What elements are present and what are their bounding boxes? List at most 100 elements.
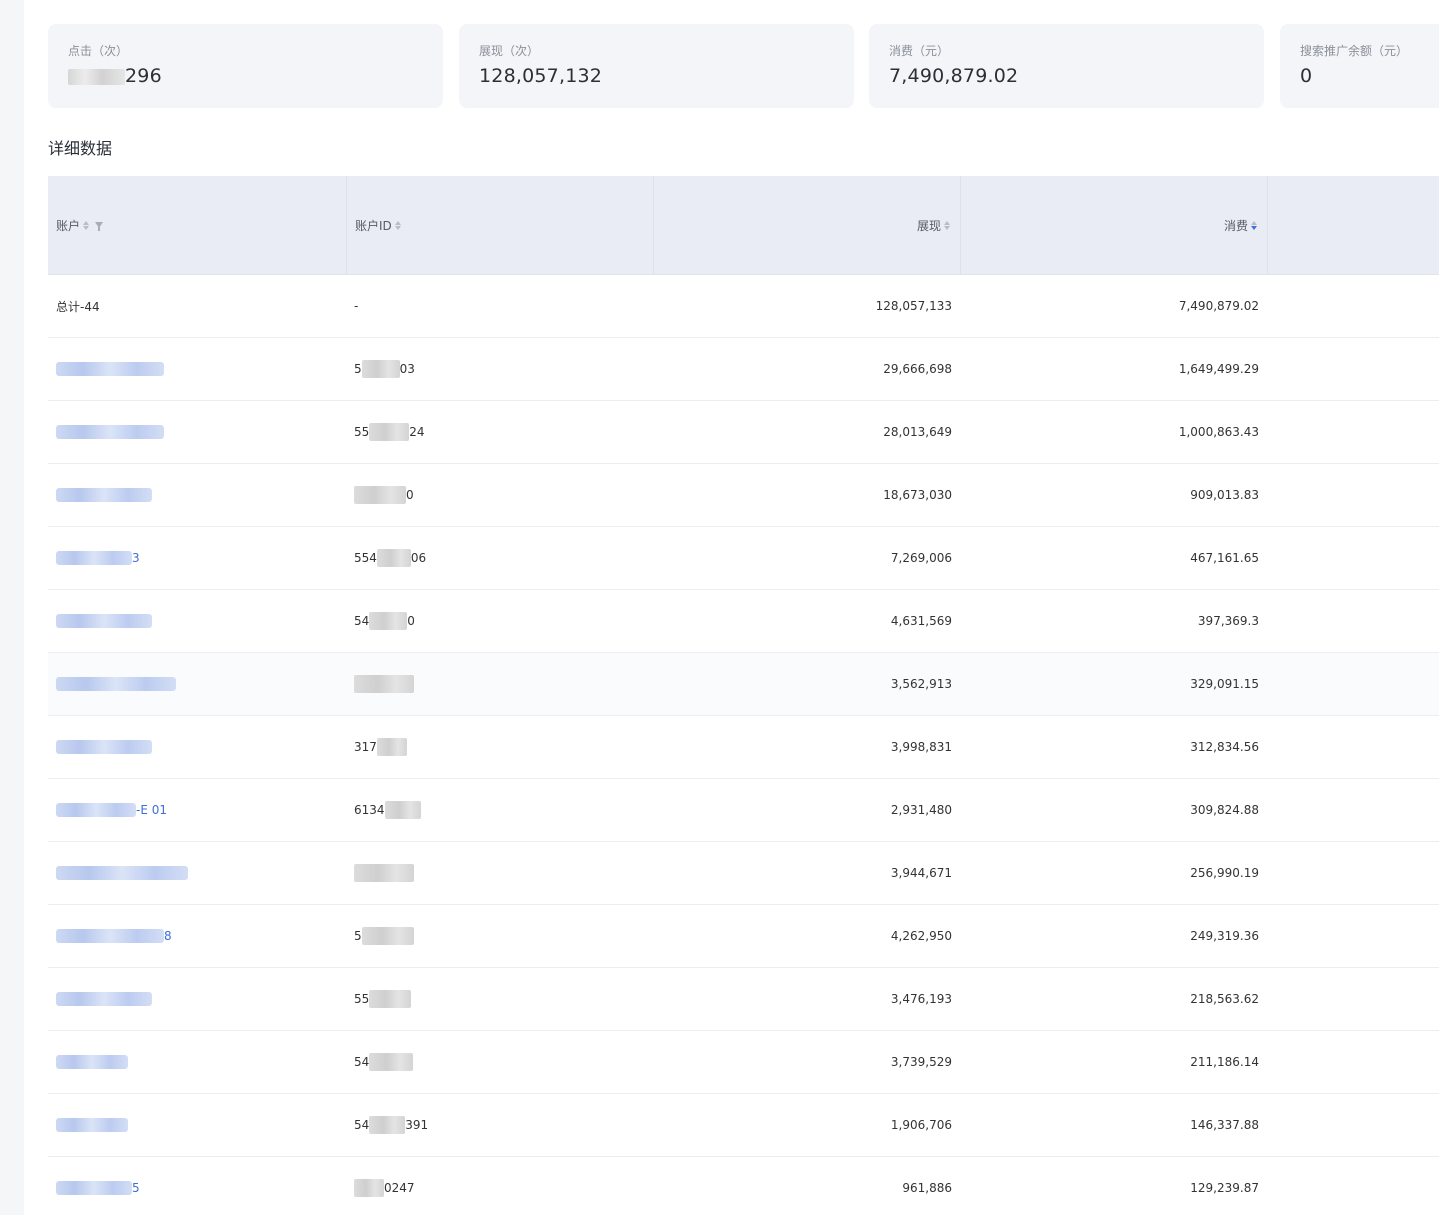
table-row: 8 5 4,262,950 249,319.36: [48, 905, 1439, 968]
impressions-cell: 4,262,950: [890, 929, 952, 943]
account-link[interactable]: [48, 338, 346, 400]
total-impressions: 128,057,133: [875, 299, 952, 313]
account-id-prefix: 5: [354, 362, 362, 376]
impressions-cell: 3,476,193: [890, 992, 952, 1006]
account-link[interactable]: [48, 1094, 346, 1156]
account-name-suffix: 8: [164, 929, 172, 943]
account-link[interactable]: 3: [48, 527, 346, 589]
redacted-account-name: [56, 1118, 128, 1132]
column-next: [1268, 176, 1439, 274]
filter-icon[interactable]: [95, 222, 104, 231]
clicks-value-text: 296: [125, 65, 162, 87]
sort-icon[interactable]: [83, 220, 90, 230]
account-id: 6134: [346, 779, 653, 841]
impressions-cell: 4,631,569: [890, 614, 952, 628]
table-row: 54 0 4,631,569 397,369.3: [48, 590, 1439, 653]
table-row: 54 391 1,906,706 146,337.88: [48, 1094, 1439, 1157]
balance-card: 搜索推广余额（元） 0: [1280, 24, 1439, 108]
balance-value: 0: [1300, 65, 1313, 87]
account-link[interactable]: [48, 1031, 346, 1093]
impressions-cell: 18,673,030: [883, 488, 952, 502]
account-link[interactable]: [48, 842, 346, 904]
column-impressions[interactable]: 展现: [654, 176, 961, 274]
redacted-mask: [68, 68, 125, 85]
table-row: 55 24 28,013,649 1,000,863.43: [48, 401, 1439, 464]
redacted-account-name: [56, 1181, 132, 1195]
account-id: 554 06: [346, 527, 653, 589]
redacted-account-name: [56, 677, 176, 691]
column-impressions-label: 展现: [916, 218, 941, 233]
spend-cell: 909,013.83: [1190, 488, 1259, 502]
account-link[interactable]: [48, 716, 346, 778]
account-id: 55: [346, 968, 653, 1030]
account-link[interactable]: [48, 401, 346, 463]
account-id-suffix: 06: [410, 551, 427, 565]
account-name-suffix: 3: [132, 551, 140, 565]
impressions-cell: 3,739,529: [890, 1055, 952, 1069]
redacted-account-name: [56, 488, 152, 502]
account-link[interactable]: 8: [48, 905, 346, 967]
account-id: [346, 842, 653, 904]
redacted-account-name: [56, 740, 152, 754]
summary-cards: 点击（次） 296 展现（次） 128,057,132 消费（元） 7,490,…: [48, 24, 1439, 108]
clicks-value: 296: [68, 65, 162, 87]
spend-cell: 309,824.88: [1190, 803, 1259, 817]
redacted-account-id: [369, 990, 412, 1008]
impressions-card: 展现（次） 128,057,132: [459, 24, 854, 108]
sort-desc-icon[interactable]: [1251, 220, 1257, 230]
total-account: 总计-44: [56, 299, 100, 314]
impressions-cell: 3,998,831: [890, 740, 952, 754]
column-account[interactable]: 账户: [48, 176, 347, 274]
redacted-account-id: [354, 486, 406, 504]
account-name-suffix: 5: [132, 1181, 140, 1195]
account-link[interactable]: [48, 653, 346, 715]
clicks-label: 点击（次）: [68, 44, 129, 58]
impressions-cell: 28,013,649: [883, 425, 952, 439]
spend-cell: 329,091.15: [1190, 677, 1259, 691]
redacted-account-id: [376, 549, 411, 567]
redacted-account-name: [56, 425, 164, 439]
sort-icon[interactable]: [394, 220, 401, 230]
redacted-account-id: [354, 864, 414, 882]
account-id-suffix: 24: [409, 425, 425, 439]
spend-label: 消费（元）: [889, 44, 950, 58]
account-id-suffix: 0: [406, 488, 414, 502]
column-account-label: 账户: [56, 218, 81, 233]
account-id-prefix: 6134: [354, 803, 385, 817]
table-row: 55 3,476,193 218,563.62: [48, 968, 1439, 1031]
table-row: 317 3,998,831 312,834.56: [48, 716, 1439, 779]
account-id-suffix: 0: [407, 614, 415, 628]
account-link[interactable]: [48, 464, 346, 526]
spend-cell: 146,337.88: [1190, 1118, 1259, 1132]
table-row: 5 0247 961,886 129,239.87: [48, 1157, 1439, 1215]
impressions-cell: 3,944,671: [890, 866, 952, 880]
account-id: 54 0: [346, 590, 653, 652]
account-id-suffix: 03: [399, 362, 415, 376]
redacted-account-id: [354, 1179, 384, 1197]
account-link[interactable]: 5: [48, 1157, 346, 1215]
account-link[interactable]: [48, 590, 346, 652]
account-id-prefix: 317: [354, 740, 377, 754]
account-link[interactable]: [48, 968, 346, 1030]
impressions-cell: 7,269,006: [890, 551, 952, 565]
table-row: 0 18,673,030 909,013.83: [48, 464, 1439, 527]
redacted-account-id: [369, 612, 408, 630]
impressions-cell: 29,666,698: [883, 362, 952, 376]
detail-table: 账户 账户ID 展现 消费 总计-44 - 128,057,133 7,490,: [48, 176, 1439, 1215]
column-spend[interactable]: 消费: [961, 176, 1268, 274]
column-account-id[interactable]: 账户ID: [347, 176, 654, 274]
redacted-account-name: [56, 362, 164, 376]
account-link[interactable]: -E 01: [48, 779, 346, 841]
spend-value: 7,490,879.02: [889, 65, 1019, 87]
sort-icon[interactable]: [944, 220, 950, 230]
redacted-account-id: [369, 423, 410, 441]
impressions-label: 展现（次）: [479, 44, 540, 58]
account-id-suffix: 0247: [384, 1181, 415, 1195]
account-id: 317: [346, 716, 653, 778]
redacted-account-id: [384, 801, 421, 819]
account-id-suffix: 391: [405, 1118, 429, 1132]
table-row: 3,944,671 256,990.19: [48, 842, 1439, 905]
account-id: 0: [346, 464, 653, 526]
account-id: 55 24: [346, 401, 653, 463]
total-row: 总计-44 - 128,057,133 7,490,879.02: [48, 275, 1439, 338]
